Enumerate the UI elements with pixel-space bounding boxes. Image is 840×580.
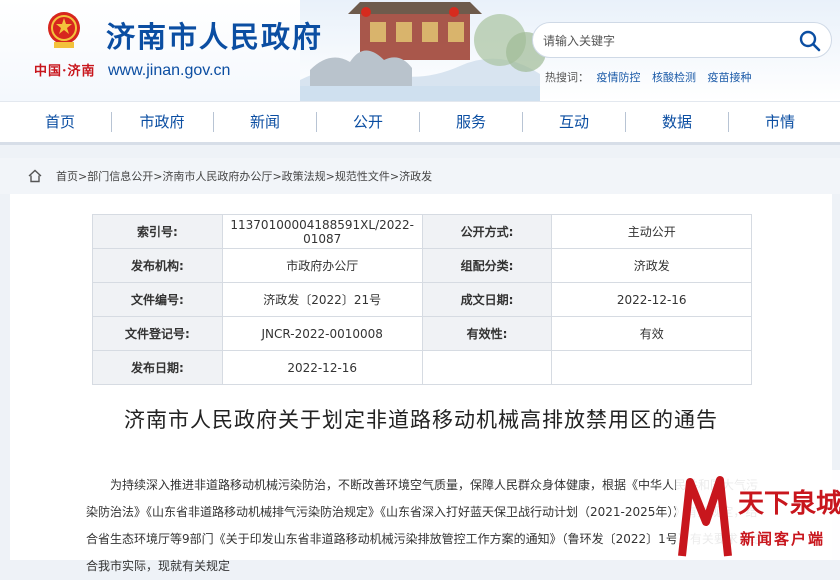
meta-value: 济政发 [551, 248, 752, 283]
watermark-subtitle: 新闻客户端 [740, 530, 825, 548]
news-app-watermark-logo: 天下泉城 新闻客户端 [676, 470, 840, 560]
search-icon[interactable] [797, 28, 823, 54]
nav-item-data[interactable]: 数据 [627, 102, 727, 143]
meta-value: 主动公开 [551, 214, 752, 249]
hotword-link[interactable]: 核酸检测 [652, 71, 696, 84]
meta-value: 11370100004188591XL/2022-01087 [221, 214, 423, 249]
table-row: 发布日期: 2022-12-16 [92, 350, 752, 385]
hotword-link[interactable]: 疫苗接种 [708, 71, 752, 84]
hotwords-label: 热搜词： [545, 71, 589, 84]
site-url[interactable]: www.jinan.gov.cn [108, 62, 230, 80]
hotword-link[interactable]: 疫情防控 [597, 71, 641, 84]
site-header: 中国·济南 济南市人民政府 www.jinan.gov.cn 热搜词： 疫情防控… [0, 0, 840, 101]
nav-divider [316, 112, 317, 132]
breadcrumb-link[interactable]: 济南市人民政府办公厅 [162, 170, 272, 183]
meta-key: 发布日期: [92, 350, 223, 385]
national-emblem-icon [48, 12, 80, 48]
nav-divider [213, 112, 214, 132]
site-title[interactable]: 济南市人民政府 [106, 14, 323, 56]
table-row: 文件登记号: JNCR-2022-0010008 有效性: 有效 [92, 316, 752, 351]
nav-item-home[interactable]: 首页 [10, 102, 110, 143]
nav-divider [728, 112, 729, 132]
meta-value: 2022-12-16 [221, 350, 423, 385]
search-box [532, 22, 832, 58]
hotwords: 热搜词： 疫情防控 核酸检测 疫苗接种 [545, 69, 760, 85]
table-row: 发布机构: 市政府办公厅 组配分类: 济政发 [92, 248, 752, 283]
meta-key: 成文日期: [421, 282, 553, 317]
meta-key: 发布机构: [92, 248, 223, 283]
main-nav: 首页 市政府 新闻 公开 服务 互动 数据 市情 [0, 101, 840, 145]
watermark-title: 天下泉城 [738, 488, 840, 519]
meta-value: 有效 [551, 316, 752, 351]
meta-empty [421, 350, 553, 385]
nav-item-open[interactable]: 公开 [318, 102, 418, 143]
meta-value: 济政发〔2022〕21号 [221, 282, 423, 317]
nav-item-government[interactable]: 市政府 [112, 102, 212, 143]
nav-divider [625, 112, 626, 132]
city-logo: 中国·济南 [34, 64, 96, 79]
meta-key: 有效性: [421, 316, 553, 351]
nav-item-service[interactable]: 服务 [421, 102, 521, 143]
breadcrumb-link[interactable]: 部门信息公开 [87, 170, 153, 183]
meta-key: 公开方式: [421, 214, 553, 249]
breadcrumb: 首页>部门信息公开>济南市人民政府办公厅>政策法规>规范性文件>济政发 [56, 170, 433, 183]
document-meta-table: 索引号: 11370100004188591XL/2022-01087 公开方式… [92, 214, 752, 385]
breadcrumb-bar: 首页>部门信息公开>济南市人民政府办公厅>政策法规>规范性文件>济政发 [0, 158, 840, 194]
document-title: 济南市人民政府关于划定非道路移动机械高排放禁用区的通告 [124, 408, 718, 432]
meta-value: JNCR-2022-0010008 [221, 316, 423, 351]
meta-key: 文件编号: [92, 282, 223, 317]
document-paragraph: 为持续深入推进非道路移动机械污染防治，不断改善环境空气质量，保障人民群众身体健康… [86, 478, 762, 573]
meta-value: 市政府办公厅 [221, 248, 423, 283]
breadcrumb-link[interactable]: 政策法规 [282, 170, 326, 183]
meta-empty [551, 350, 752, 385]
breadcrumb-link[interactable]: 规范性文件 [335, 170, 390, 183]
meta-key: 组配分类: [421, 248, 553, 283]
document-body: 为持续深入推进非道路移动机械污染防治，不断改善环境空气质量，保障人民群众身体健康… [86, 472, 766, 580]
table-row: 文件编号: 济政发〔2022〕21号 成文日期: 2022-12-16 [92, 282, 752, 317]
meta-key: 文件登记号: [92, 316, 223, 351]
nav-divider [419, 112, 420, 132]
nav-item-city[interactable]: 市情 [730, 102, 830, 143]
meta-key: 索引号: [92, 214, 223, 249]
nav-divider [522, 112, 523, 132]
table-row: 索引号: 11370100004188591XL/2022-01087 公开方式… [92, 214, 752, 249]
search-input[interactable] [543, 30, 783, 52]
breadcrumb-link[interactable]: 首页 [56, 170, 78, 183]
nav-item-news[interactable]: 新闻 [215, 102, 315, 143]
home-icon[interactable] [28, 169, 42, 183]
meta-value: 2022-12-16 [551, 282, 752, 317]
breadcrumb-link[interactable]: 济政发 [399, 170, 432, 183]
nav-item-interact[interactable]: 互动 [524, 102, 624, 143]
